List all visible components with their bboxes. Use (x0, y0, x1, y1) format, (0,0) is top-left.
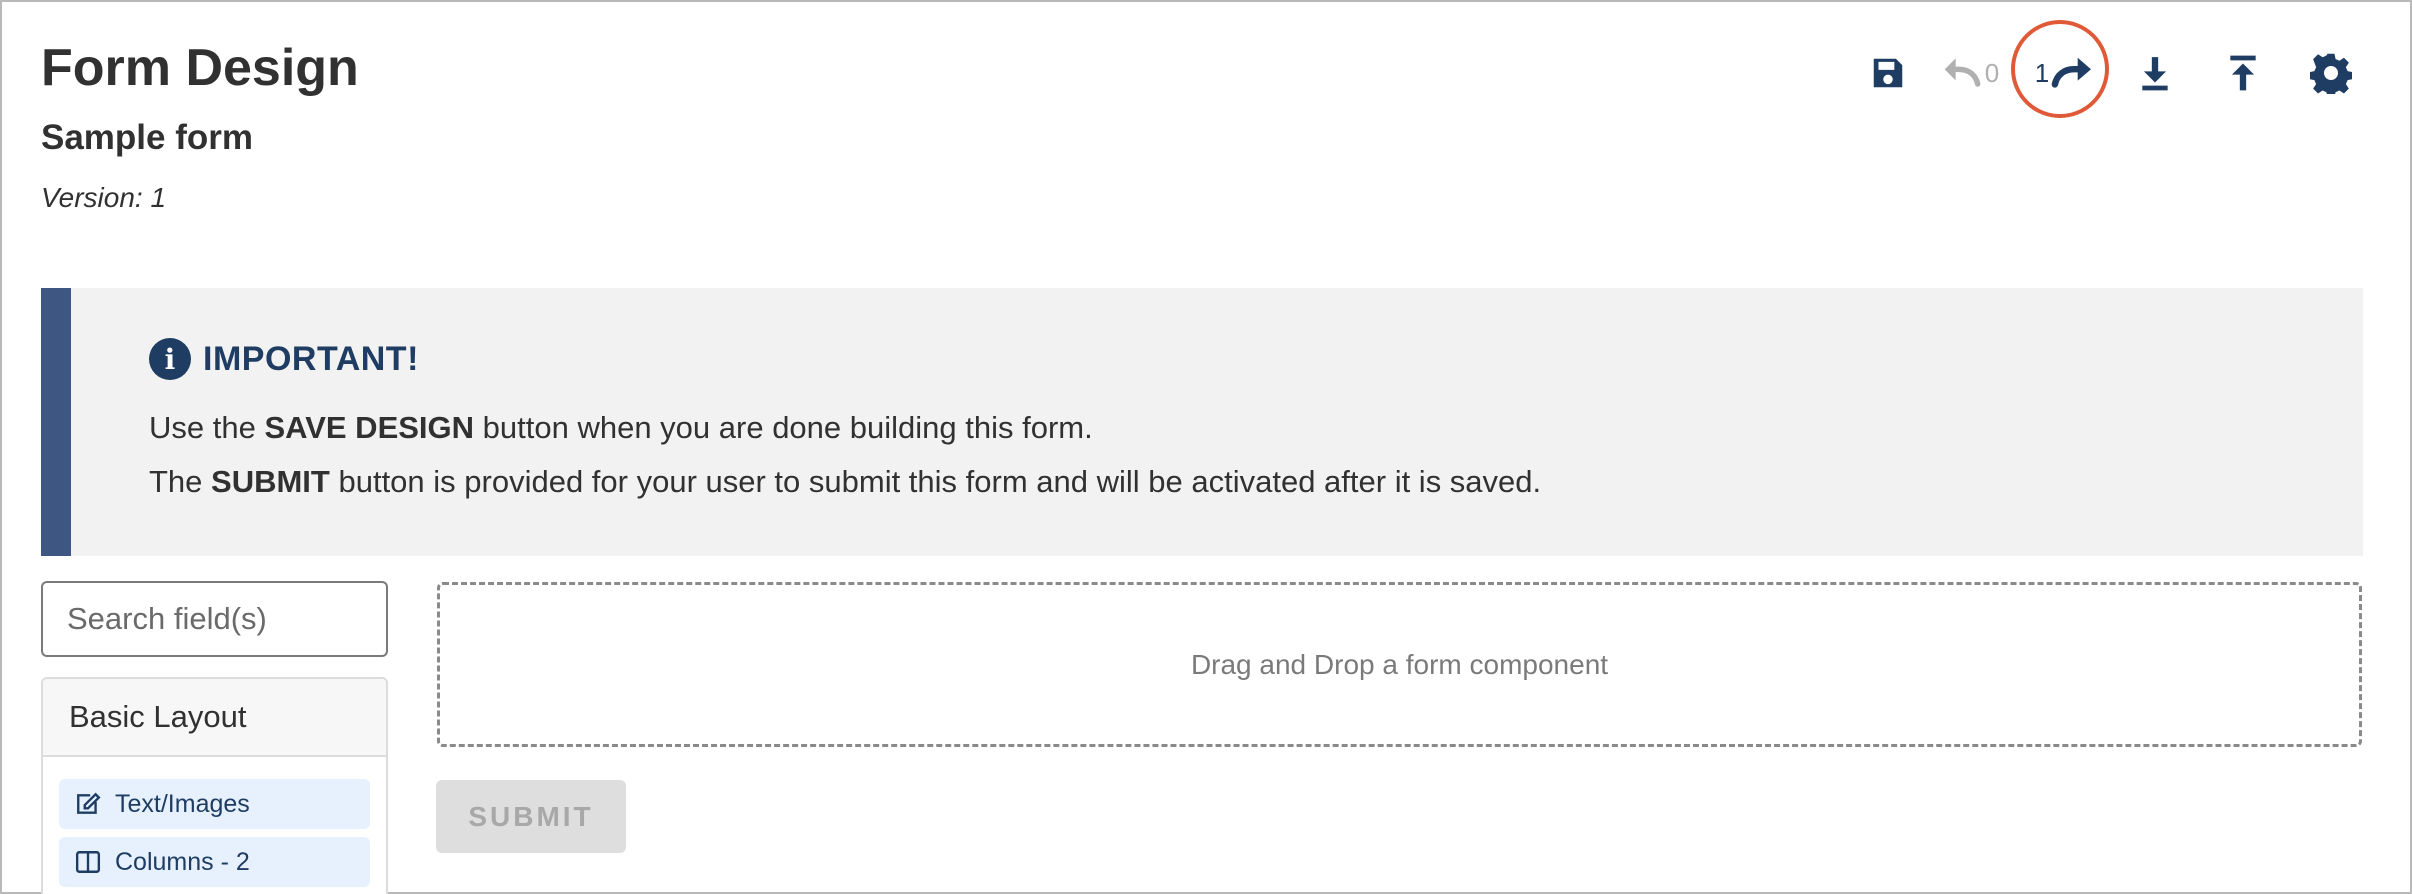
undo-button[interactable]: 0 (1930, 40, 2010, 106)
gear-icon (2310, 53, 2352, 94)
notice-text: The (149, 464, 212, 499)
search-fields-input[interactable] (41, 581, 388, 657)
notice-text: button when you are done building this f… (474, 410, 1093, 445)
submit-button[interactable]: SUBMIT (436, 780, 626, 853)
undo-icon (1944, 58, 1981, 87)
notice-emphasis: SAVE DESIGN (264, 410, 475, 445)
edit-icon (77, 792, 101, 814)
info-icon: i (149, 338, 191, 380)
redo-icon (2051, 57, 2092, 88)
notice-line-submit: The SUBMIT button is provided for your u… (149, 464, 1541, 500)
download-icon (2142, 57, 2168, 91)
component-columns-2[interactable]: Columns - 2 (59, 837, 370, 887)
component-label: Columns - 2 (115, 847, 250, 876)
form-name: Sample form (41, 118, 253, 157)
component-text-images[interactable]: Text/Images (59, 779, 370, 829)
save-button[interactable] (1858, 40, 1918, 106)
settings-button[interactable] (2296, 40, 2366, 106)
panel-header-basic-layout[interactable]: Basic Layout (43, 679, 386, 757)
notice-header: i IMPORTANT! (149, 338, 419, 380)
component-label: Text/Images (115, 789, 250, 818)
version-label: Version: 1 (41, 182, 167, 213)
notice-text: button is provided for your user to subm… (329, 464, 1542, 499)
notice-emphasis: SUBMIT (211, 464, 330, 499)
notice-text: Use the (149, 410, 265, 445)
redo-button[interactable]: 1 (2020, 40, 2110, 106)
important-notice: i IMPORTANT! Use the SAVE DESIGN button … (41, 288, 2363, 556)
page-title: Form Design (41, 39, 359, 97)
redo-count: 1 (2034, 57, 2050, 88)
basic-layout-panel: Basic Layout Text/Images Columns - 2 (41, 677, 388, 894)
undo-count: 0 (1984, 57, 2000, 88)
upload-icon (2230, 55, 2256, 91)
notice-line-save: Use the SAVE DESIGN button when you are … (149, 410, 1093, 446)
save-icon (1873, 58, 1903, 88)
columns-icon (75, 851, 101, 873)
notice-title: IMPORTANT! (203, 339, 419, 378)
form-dropzone[interactable]: Drag and Drop a form component (437, 582, 2362, 747)
dropzone-text: Drag and Drop a form component (1190, 648, 1609, 680)
toolbar: 0 1 (1840, 40, 2360, 106)
upload-button[interactable] (2208, 40, 2278, 106)
download-button[interactable] (2120, 40, 2190, 106)
